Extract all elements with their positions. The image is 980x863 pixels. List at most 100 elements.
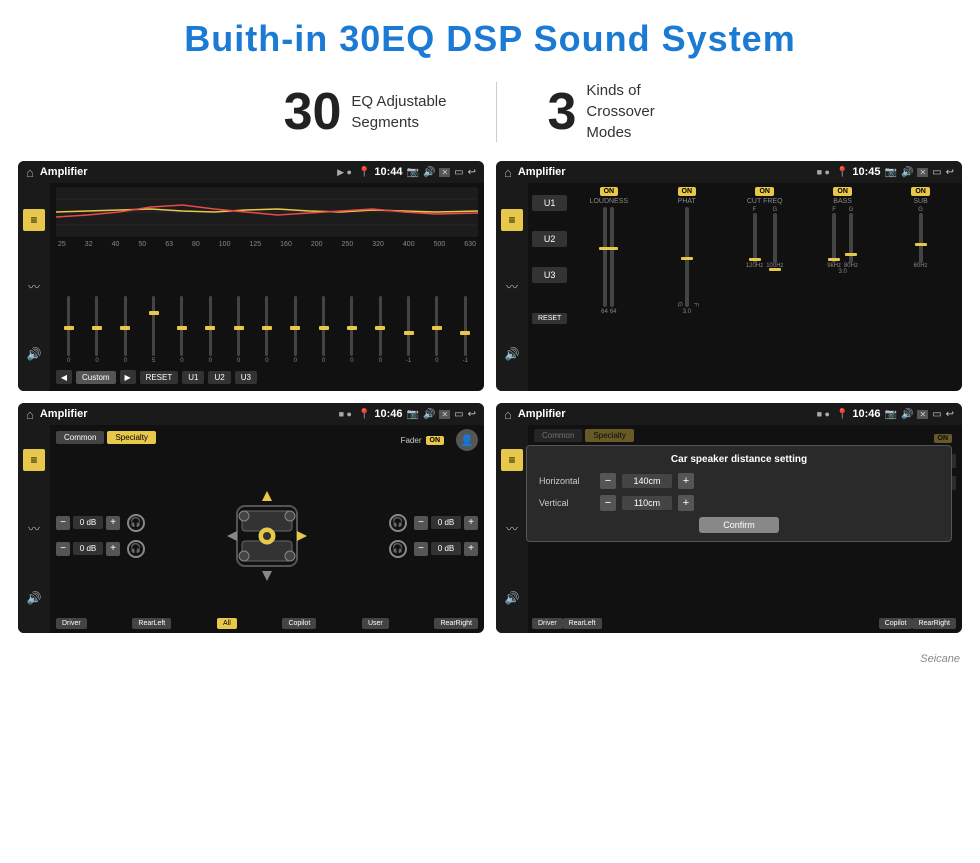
common-tab[interactable]: Common <box>56 431 104 444</box>
on-bass[interactable]: ON <box>833 187 852 196</box>
slider-bass-f[interactable] <box>832 213 836 263</box>
speaker-sidebar-icon-2[interactable]: 〰 <box>23 518 45 540</box>
vertical-value: 110cm <box>622 496 672 510</box>
on-cutfreq[interactable]: ON <box>755 187 774 196</box>
camera-icon-1: 📷 <box>407 167 419 178</box>
speaker-sidebar-icon-1[interactable]: ≡ <box>23 449 45 471</box>
eq-sidebar-icon-2[interactable]: 〰 <box>23 276 45 298</box>
stat-crossover: 3 Kinds of Crossover Modes <box>497 80 746 143</box>
close-icon-4: ✕ <box>917 410 928 419</box>
u3-btn-1[interactable]: U3 <box>235 371 257 384</box>
plus-right-bottom[interactable]: + <box>464 542 478 556</box>
status-bar-3: ⌂ Amplifier ■ ● 📍 10:46 📷 🔊 ✕ ▭ ↩ <box>18 403 484 425</box>
vertical-minus[interactable]: − <box>600 495 616 511</box>
app-name-1: Amplifier <box>40 166 331 178</box>
plus-left-bottom[interactable]: + <box>106 542 120 556</box>
speaker-sidebar-icon-3[interactable]: 🔊 <box>23 587 45 609</box>
rear-left-btn[interactable]: RearLeft <box>132 618 171 629</box>
slider-phat[interactable] <box>685 207 689 307</box>
slider-track-1[interactable] <box>67 296 70 356</box>
u1-btn-1[interactable]: U1 <box>182 371 204 384</box>
slider-thumb-4[interactable] <box>149 311 159 315</box>
distance-main: Common Specialty ON − 0 d <box>528 425 962 633</box>
reset-btn-1[interactable]: RESET <box>140 371 179 384</box>
person-icon[interactable]: 👤 <box>456 429 478 451</box>
page-title: Buith-in 30EQ DSP Sound System <box>20 18 960 60</box>
slider-cutfreq-f[interactable] <box>753 213 757 263</box>
horizontal-plus[interactable]: + <box>678 473 694 489</box>
rear-left-btn-4[interactable]: RearLeft <box>563 618 602 629</box>
vertical-plus[interactable]: + <box>678 495 694 511</box>
u3-btn-2[interactable]: U3 <box>532 267 567 283</box>
window-icon-4: ▭ <box>932 409 941 420</box>
driver-btn[interactable]: Driver <box>56 618 87 629</box>
screen-speaker: ⌂ Amplifier ■ ● 📍 10:46 📷 🔊 ✕ ▭ ↩ ≡ 〰 🔊 <box>18 403 484 633</box>
col-sub: ON SUB G 60Hz <box>883 187 958 387</box>
copilot-btn-4[interactable]: Copilot <box>879 618 913 629</box>
window-icon-3: ▭ <box>454 409 463 420</box>
u-buttons-col: U1 U2 U3 RESET <box>532 187 567 387</box>
home-icon-2[interactable]: ⌂ <box>504 165 512 180</box>
crossover-sidebar-icon-2[interactable]: 〰 <box>501 276 523 298</box>
home-icon-1[interactable]: ⌂ <box>26 165 34 180</box>
u2-btn-1[interactable]: U2 <box>208 371 230 384</box>
driver-btn-4[interactable]: Driver <box>532 618 563 629</box>
eq-sidebar-icon-1[interactable]: ≡ <box>23 209 45 231</box>
close-icon-1: ✕ <box>439 168 450 177</box>
crossover-content: ≡ 〰 🔊 U1 U2 U3 RESET <box>496 183 962 391</box>
u2-btn-2[interactable]: U2 <box>532 231 567 247</box>
slider-loudness-l[interactable] <box>603 207 607 307</box>
minus-right-top[interactable]: − <box>414 516 428 530</box>
slider-loudness-r[interactable] <box>610 207 614 307</box>
plus-right-top[interactable]: + <box>464 516 478 530</box>
crossover-sidebar-icon-3[interactable]: 🔊 <box>501 343 523 365</box>
window-icon-1: ▭ <box>454 167 463 178</box>
fader-label: Fader <box>401 436 422 445</box>
close-icon-2: ✕ <box>917 168 928 177</box>
u1-btn-2[interactable]: U1 <box>532 195 567 211</box>
stat-eq: 30 EQ Adjustable Segments <box>234 82 497 142</box>
crossover-sidebar-icon-1[interactable]: ≡ <box>501 209 523 231</box>
copilot-btn-3[interactable]: Copilot <box>282 618 316 629</box>
eq-desc: EQ Adjustable Segments <box>351 91 446 133</box>
screen-eq: ⌂ Amplifier ▶ ● 📍 10:44 📷 🔊 ✕ ▭ ↩ ≡ 〰 <box>18 161 484 391</box>
user-btn[interactable]: User <box>362 618 389 629</box>
fader-on-badge[interactable]: ON <box>426 436 445 445</box>
slider-col-5: 0 <box>169 296 194 364</box>
reset-btn-2[interactable]: RESET <box>532 313 567 324</box>
custom-btn[interactable]: Custom <box>76 371 116 384</box>
all-btn[interactable]: All <box>217 618 237 629</box>
distance-dialog: Car speaker distance setting Horizontal … <box>526 445 952 542</box>
vertical-row: Vertical − 110cm + <box>539 495 939 511</box>
slider-thumb-1[interactable] <box>64 326 74 330</box>
confirm-btn[interactable]: Confirm <box>699 517 779 533</box>
slider-bass-g[interactable] <box>849 213 853 263</box>
rear-right-btn-4[interactable]: RearRight <box>912 618 956 629</box>
prev-btn[interactable]: ◀ <box>56 370 72 384</box>
on-loudness[interactable]: ON <box>600 187 619 196</box>
minus-left-bottom[interactable]: − <box>56 542 70 556</box>
dist-sidebar-icon-1[interactable]: ≡ <box>501 449 523 471</box>
eq-sidebar-icon-3[interactable]: 🔊 <box>23 343 45 365</box>
slider-sub[interactable] <box>919 213 923 263</box>
camera-icon-4: 📷 <box>885 409 897 420</box>
horizontal-minus[interactable]: − <box>600 473 616 489</box>
minus-left-top[interactable]: − <box>56 516 70 530</box>
slider-cutfreq-g[interactable] <box>773 213 777 263</box>
status-icons-1: 📍 10:44 📷 🔊 ✕ ▭ ↩ <box>358 166 476 178</box>
on-phat[interactable]: ON <box>678 187 697 196</box>
app-name-2: Amplifier <box>518 166 811 178</box>
time-4: 10:46 <box>852 408 880 420</box>
home-icon-4[interactable]: ⌂ <box>504 407 512 422</box>
home-icon-3[interactable]: ⌂ <box>26 407 34 422</box>
on-sub[interactable]: ON <box>911 187 930 196</box>
dist-sidebar-icon-3[interactable]: 🔊 <box>501 587 523 609</box>
dist-sidebar-icon-2[interactable]: 〰 <box>501 518 523 540</box>
minus-right-bottom[interactable]: − <box>414 542 428 556</box>
rear-right-btn[interactable]: RearRight <box>434 618 478 629</box>
plus-left-top[interactable]: + <box>106 516 120 530</box>
specialty-tab[interactable]: Specialty <box>107 431 155 444</box>
db-left-top: 0 dB <box>73 516 103 529</box>
record-icons-4: ■ ● <box>817 409 830 419</box>
next-btn[interactable]: ▶ <box>120 370 136 384</box>
